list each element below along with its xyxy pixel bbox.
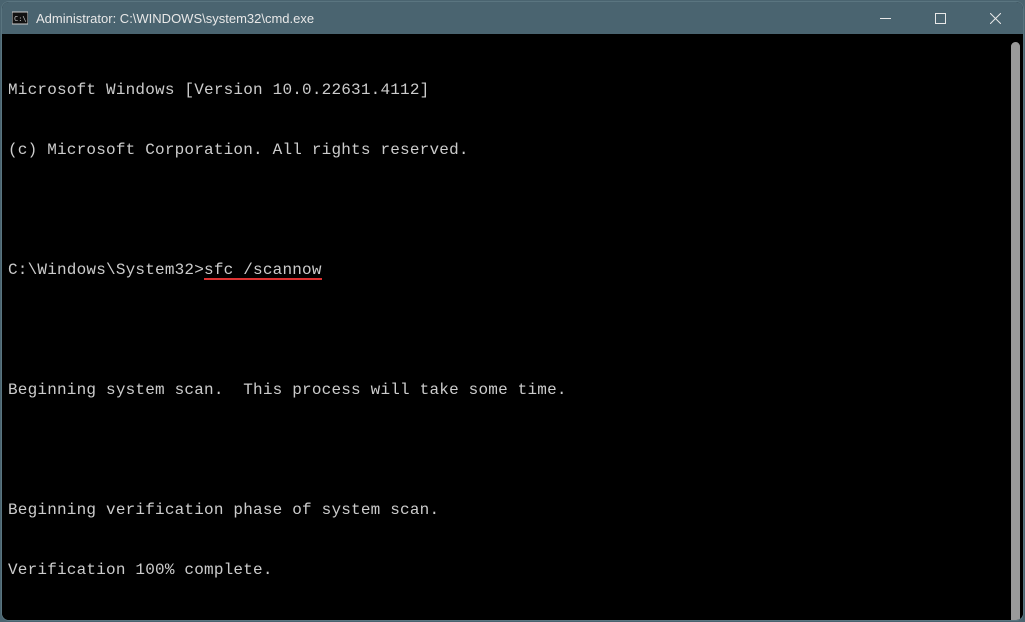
maximize-button[interactable] [913,2,968,34]
output-line: (c) Microsoft Corporation. All rights re… [8,140,1017,160]
svg-text:C:\: C:\ [14,15,27,23]
output-line: Microsoft Windows [Version 10.0.22631.41… [8,80,1017,100]
output-line: Verification 100% complete. [8,560,1017,580]
cmd-icon: C:\ [12,10,28,26]
window-title: Administrator: C:\WINDOWS\system32\cmd.e… [36,11,858,26]
window-frame: C:\ Administrator: C:\WINDOWS\system32\c… [1,1,1024,621]
prompt-path: C:\Windows\System32> [8,261,204,279]
output-line [8,320,1017,340]
close-button[interactable] [968,2,1023,34]
titlebar[interactable]: C:\ Administrator: C:\WINDOWS\system32\c… [2,2,1023,34]
scrollbar-track[interactable] [1011,42,1020,621]
output-line: Beginning verification phase of system s… [8,500,1017,520]
output-line: Beginning system scan. This process will… [8,380,1017,400]
minimize-button[interactable] [858,2,913,34]
prompt-line: C:\Windows\System32>sfc /scannow [8,260,1017,280]
window-controls [858,2,1023,34]
content-area: Microsoft Windows [Version 10.0.22631.41… [2,34,1023,621]
output-line [8,620,1017,621]
entered-command: sfc /scannow [204,262,322,280]
output-line [8,200,1017,220]
scrollbar-thumb[interactable] [1011,42,1020,621]
terminal-output[interactable]: Microsoft Windows [Version 10.0.22631.41… [2,34,1023,621]
output-line [8,440,1017,460]
